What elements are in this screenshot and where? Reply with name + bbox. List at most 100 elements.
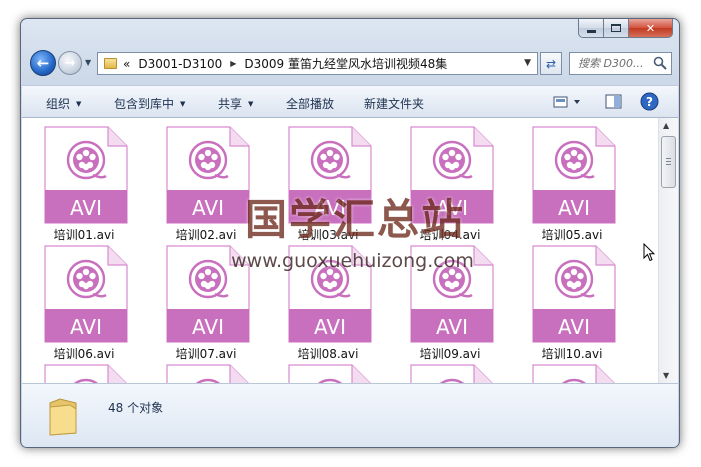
forward-arrow-icon: → [64,55,76,71]
refresh-icon: ⇄ [545,56,557,71]
chevron-down-icon: ▼ [248,99,254,108]
scroll-down-icon[interactable]: ▼ [663,371,669,380]
avi-file-icon: AVI [532,245,616,343]
breadcrumb-separator-icon[interactable]: ▶ [230,59,236,68]
file-item[interactable]: AVI 培训01.avi [22,126,132,246]
file-item[interactable]: AVI 培训03.avi [266,126,376,246]
avi-file-icon: AVI [288,364,371,383]
file-item[interactable]: AVI [22,364,132,383]
new-folder-button[interactable]: 新建文件夹 [364,95,424,112]
item-count: 48 个对象 [108,401,164,415]
share-label: 共享 [218,97,243,111]
back-arrow-icon: ← [36,54,50,72]
search-icon[interactable] [653,56,667,70]
avi-badge-label: AVI [558,315,590,339]
file-name: 培训01.avi [53,228,115,242]
play-all-label: 全部播放 [286,97,335,111]
include-in-library-menu[interactable]: 包含到库中 ▼ [114,95,185,112]
file-name: 培训06.avi [53,347,115,361]
command-bar: 组织 ▼ 包含到库中 ▼ 共享 ▼ 全部播放 新建文件夹 ? [22,85,678,118]
file-name: 培训02.avi [175,228,237,242]
change-view-button[interactable] [553,94,583,113]
avi-file-icon: AVI [166,364,249,383]
avi-file-icon: AVI [410,245,494,343]
folder-icon [104,58,117,69]
avi-file-icon: AVI [44,364,127,383]
grip-line [666,164,671,165]
view-icon [553,96,580,108]
file-name: 培训08.avi [297,347,359,361]
file-item[interactable]: AVI 培训09.avi [388,245,498,365]
close-button[interactable]: ✕ [629,19,673,38]
file-name: 培训07.avi [175,347,237,361]
preview-pane-icon [605,94,622,109]
play-all-button[interactable]: 全部播放 [286,95,334,112]
organize-label: 组织 [46,97,71,111]
minimize-icon [586,29,596,33]
file-list-pane[interactable]: AVI 培训01.avi AVI 培训02.avi AVI 培训03.avi AVI 培训04… [22,118,659,383]
avi-file-icon: AVI [288,245,372,343]
refresh-button[interactable]: ⇄ [540,52,562,75]
avi-badge-label: AVI [558,196,590,220]
details-pane: 48 个对象 [22,383,678,447]
recent-pages-dropdown[interactable]: ▼ [85,58,91,67]
file-item[interactable]: AVI 培训10.avi [510,245,620,365]
vertical-scrollbar[interactable]: ▲ ▼ [658,118,678,383]
minimize-button[interactable] [578,19,604,38]
search-box[interactable] [569,52,672,75]
chevron-down-icon: ▼ [76,99,82,108]
svg-text:?: ? [646,95,653,109]
breadcrumb-overflow[interactable]: « [123,57,130,71]
avi-badge-label: AVI [436,196,468,220]
file-item[interactable]: AVI [144,364,254,383]
file-item[interactable]: AVI [510,364,620,383]
caption-buttons: ✕ [578,19,673,38]
avi-badge-label: AVI [314,196,346,220]
file-item[interactable]: AVI 培训08.avi [266,245,376,365]
help-icon: ? [640,92,659,111]
preview-pane-button[interactable] [605,94,623,113]
maximize-icon [611,24,621,32]
avi-file-icon: AVI [288,126,372,224]
file-item[interactable]: AVI [266,364,376,383]
scroll-up-icon[interactable]: ▲ [663,121,669,130]
avi-badge-label: AVI [192,196,224,220]
breadcrumb-item-current[interactable]: D3009 董笛九经堂风水培训视频48集 [244,55,447,72]
file-name: 培训10.avi [541,347,603,361]
file-item[interactable]: AVI 培训06.avi [22,245,132,365]
avi-file-icon: AVI [532,126,616,224]
chevron-down-icon: ▼ [180,99,186,108]
avi-badge-label: AVI [70,196,102,220]
file-name: 培训09.avi [419,347,481,361]
share-menu[interactable]: 共享 ▼ [218,95,253,112]
file-name: 培训05.avi [541,228,603,242]
explorer-window: ✕ ← → ▼ « D3001-D3100 ▶ D3009 董笛九经堂风水培训视… [20,18,680,448]
avi-badge-label: AVI [436,315,468,339]
organize-menu[interactable]: 组织 ▼ [46,95,81,112]
include-in-library-label: 包含到库中 [114,97,175,111]
avi-file-icon: AVI [166,126,250,224]
file-item[interactable]: AVI [388,364,498,383]
maximize-button[interactable] [604,19,629,38]
address-bar[interactable]: « D3001-D3100 ▶ D3009 董笛九经堂风水培训视频48集 ▼ [97,52,538,75]
forward-button[interactable]: → [58,51,82,75]
scrollbar-thumb[interactable] [661,136,676,188]
back-button[interactable]: ← [30,50,56,76]
help-button[interactable]: ? [640,92,659,114]
file-name: 培训03.avi [297,228,359,242]
grip-line [666,158,671,159]
close-icon: ✕ [645,21,656,35]
folder-icon [46,397,80,440]
breadcrumb-item-parent[interactable]: D3001-D3100 [138,57,222,71]
avi-file-icon: AVI [44,126,128,224]
file-item[interactable]: AVI 培训02.avi [144,126,254,246]
file-item[interactable]: AVI 培训05.avi [510,126,620,246]
avi-badge-label: AVI [314,315,346,339]
avi-file-icon: AVI [410,126,494,224]
avi-file-icon: AVI [532,364,615,383]
breadcrumb: « D3001-D3100 ▶ D3009 董笛九经堂风水培训视频48集 [123,55,447,72]
file-item[interactable]: AVI 培训07.avi [144,245,254,365]
address-dropdown-icon[interactable]: ▼ [524,58,531,68]
file-item[interactable]: AVI 培训04.avi [388,126,498,246]
search-input[interactable] [578,54,658,73]
